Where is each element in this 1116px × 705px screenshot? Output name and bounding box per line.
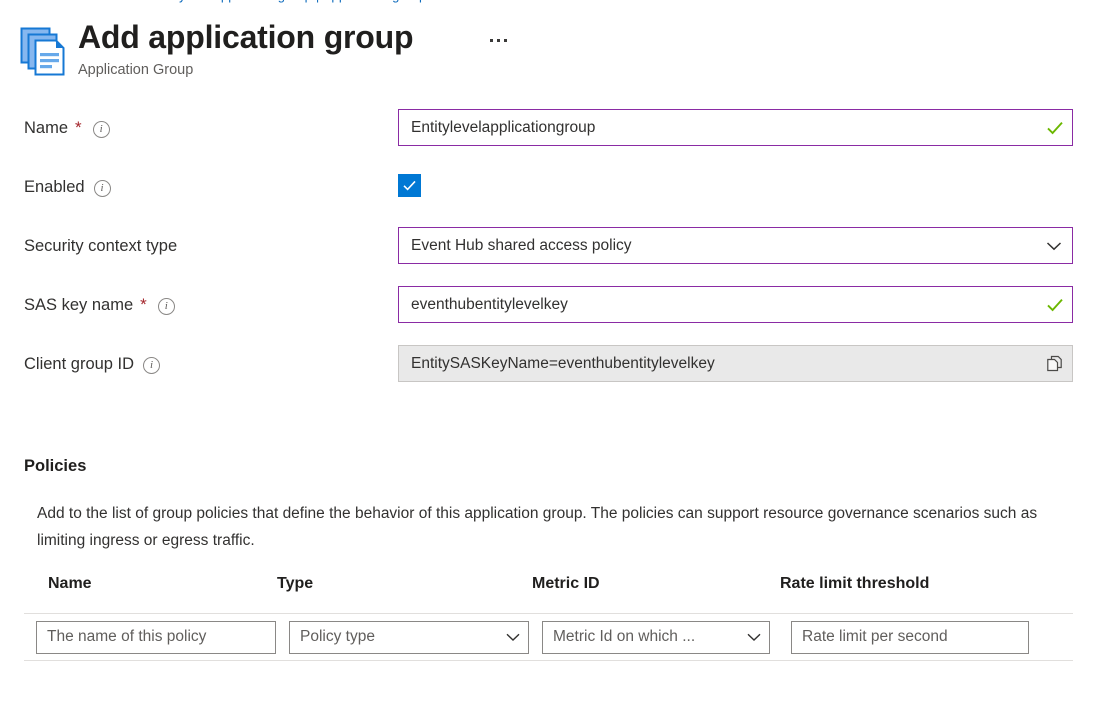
add-application-group-blade: Entitylevelapplicationgroup | Applicatio…: [0, 0, 1116, 705]
green-check-icon: [1038, 296, 1072, 314]
application-group-documents-icon: [20, 24, 70, 78]
cell-policy-name: The name of this policy: [36, 621, 289, 654]
column-header-name: Name: [24, 573, 277, 595]
white-check-icon: [402, 178, 417, 193]
label-name-text: Name: [24, 118, 68, 138]
table-header-row: Name Type Metric ID Rate limit threshold: [24, 573, 1073, 613]
required-asterisk: *: [140, 298, 147, 312]
ellipsis-dot: [497, 39, 500, 42]
sas-key-name-input[interactable]: eventhubentitylevelkey: [398, 286, 1073, 323]
name-input-value: Entitylevelapplicationgroup: [399, 118, 1038, 138]
column-header-type: Type: [277, 573, 530, 595]
control-name: Entitylevelapplicationgroup: [398, 109, 1073, 146]
enabled-checkbox[interactable]: [398, 174, 421, 197]
label-security-context-type: Security context type: [24, 236, 177, 256]
metric-id-placeholder: Metric Id on which ...: [543, 627, 739, 647]
policies-heading: Policies: [24, 455, 86, 477]
label-sas-key-name: SAS key name * i: [24, 295, 175, 315]
control-sas-key-name: eventhubentitylevelkey: [398, 286, 1073, 323]
policies-description: Add to the list of group policies that d…: [37, 500, 1047, 554]
security-context-type-value: Event Hub shared access policy: [399, 236, 1036, 256]
label-enabled-text: Enabled: [24, 177, 85, 197]
label-enabled: Enabled i: [24, 177, 111, 197]
application-group-form: Name * i Entitylevelapplicationgroup Ena…: [0, 118, 1116, 413]
policy-name-placeholder: The name of this policy: [37, 627, 275, 647]
green-check-icon: [1038, 119, 1072, 137]
form-row-client-group-id: Client group ID i EntitySASKeyName=event…: [0, 354, 1116, 413]
client-group-id-input: EntitySASKeyName=eventhubentitylevelkey: [398, 345, 1073, 382]
control-enabled: [398, 168, 1073, 197]
cell-metric-id: Metric Id on which ...: [542, 621, 791, 654]
metric-id-dropdown[interactable]: Metric Id on which ...: [542, 621, 770, 654]
control-security-context-type: Event Hub shared access policy: [398, 227, 1073, 264]
rate-limit-threshold-placeholder: Rate limit per second: [792, 627, 1028, 647]
label-client-group-id-text: Client group ID: [24, 354, 134, 374]
client-group-id-value: EntitySASKeyName=eventhubentitylevelkey: [399, 354, 1036, 374]
table-row: The name of this policy Policy type: [24, 614, 1073, 660]
info-icon[interactable]: i: [143, 357, 160, 374]
label-name: Name * i: [24, 118, 110, 138]
chevron-down-icon: [1036, 236, 1072, 256]
policy-type-dropdown[interactable]: Policy type: [289, 621, 529, 654]
title-block: Add application group Application Group: [78, 16, 413, 80]
sas-key-name-value: eventhubentitylevelkey: [399, 295, 1038, 315]
control-client-group-id: EntitySASKeyName=eventhubentitylevelkey: [398, 345, 1073, 382]
page-subtitle: Application Group: [78, 60, 413, 80]
more-options-button[interactable]: [485, 28, 511, 52]
column-header-rate-limit-threshold: Rate limit threshold: [779, 573, 1049, 595]
rate-limit-threshold-input[interactable]: Rate limit per second: [791, 621, 1029, 654]
table-divider: [24, 660, 1073, 661]
label-security-context-type-text: Security context type: [24, 236, 177, 256]
info-icon[interactable]: i: [93, 121, 110, 138]
cell-policy-type: Policy type: [289, 621, 542, 654]
cell-rate-limit-threshold: Rate limit per second: [791, 621, 1061, 654]
page-title: Add application group: [78, 16, 413, 58]
info-icon[interactable]: i: [158, 298, 175, 315]
column-header-metric-id: Metric ID: [530, 573, 779, 595]
policy-name-input[interactable]: The name of this policy: [36, 621, 276, 654]
info-icon[interactable]: i: [94, 180, 111, 197]
required-asterisk: *: [75, 121, 82, 135]
security-context-type-dropdown[interactable]: Event Hub shared access policy: [398, 227, 1073, 264]
chevron-down-icon: [739, 628, 769, 646]
blade-header: Add application group Application Group: [0, 0, 1116, 100]
label-sas-key-name-text: SAS key name: [24, 295, 133, 315]
copy-icon[interactable]: [1036, 346, 1072, 381]
label-client-group-id: Client group ID i: [24, 354, 160, 374]
ellipsis-dot: [504, 39, 507, 42]
policy-type-placeholder: Policy type: [290, 627, 498, 647]
chevron-down-icon: [498, 628, 528, 646]
name-input[interactable]: Entitylevelapplicationgroup: [398, 109, 1073, 146]
policies-table: Name Type Metric ID Rate limit threshold…: [24, 573, 1073, 661]
ellipsis-dot: [490, 39, 493, 42]
